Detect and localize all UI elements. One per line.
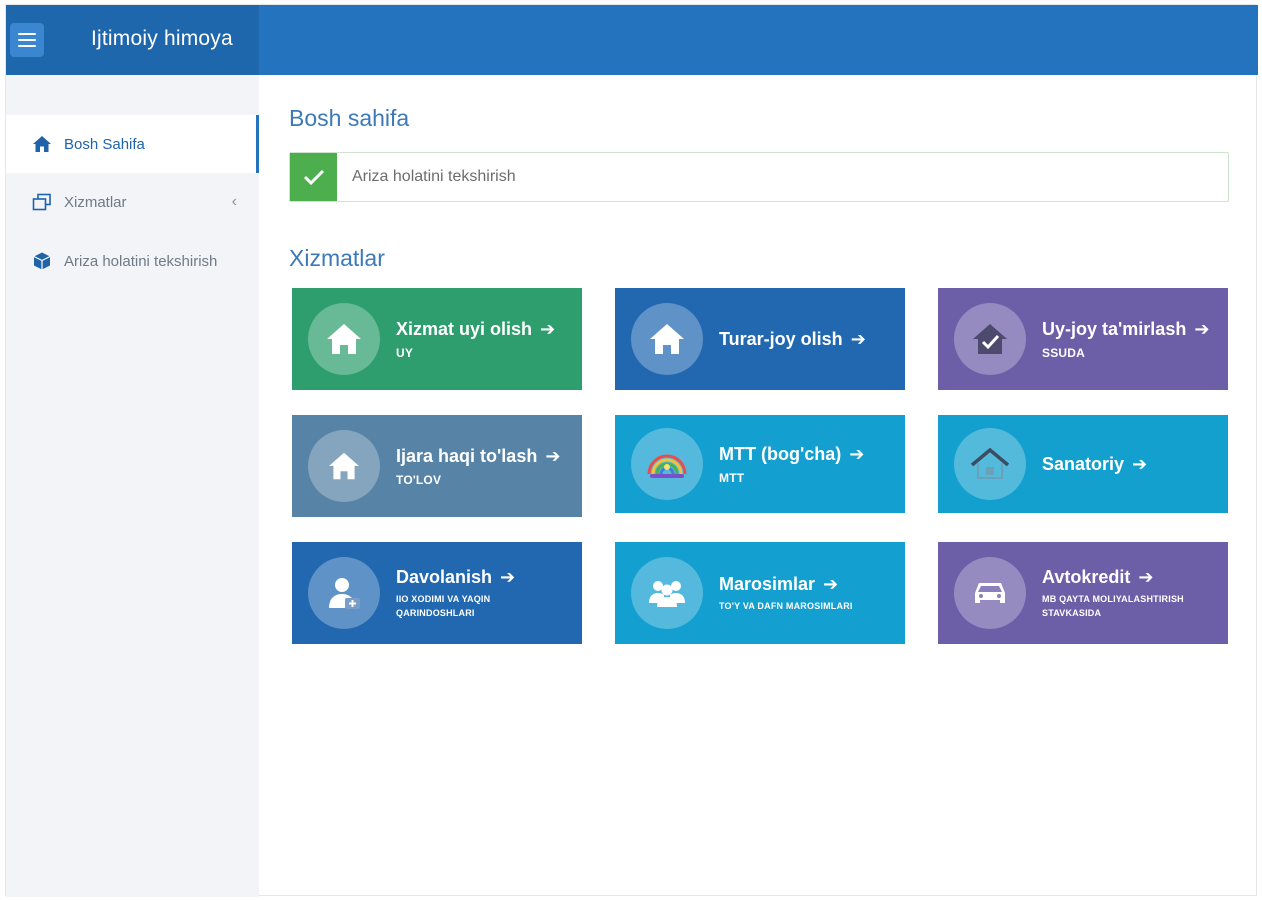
tile-subtitle: TO'Y VA DAFN MAROSIMLARI (719, 600, 853, 611)
tile-title: Turar-joy olish (719, 328, 843, 349)
home-icon (308, 430, 380, 502)
sidebar-item-label: Ariza holatini tekshirish (64, 252, 218, 270)
section-title: Xizmatlar (289, 245, 385, 271)
arrow-right-icon: ➔ (540, 318, 556, 339)
service-tile-sanatoriy[interactable]: Sanatoriy ➔ (938, 415, 1228, 513)
tile-subtitle: MB QAYTA MOLIYALASHTIRISH STAVKASIDA (1042, 593, 1184, 618)
service-tile-avtokredit[interactable]: Avtokredit ➔ MB QAYTA MOLIYALASHTIRISH ST… (938, 542, 1228, 644)
patient-icon (308, 557, 380, 629)
app-title[interactable]: Ijtimoiy himoya (91, 27, 233, 51)
sidebar-item-label: Bosh Sahifa (64, 135, 145, 153)
arrow-right-icon: ➔ (545, 445, 561, 466)
home-icon (631, 303, 703, 375)
arrow-right-icon: ➔ (1138, 566, 1154, 587)
tile-title: Avtokredit (1042, 566, 1131, 587)
sidebar-item-xizmatlar[interactable]: Xizmatlar ‹ (6, 173, 259, 231)
tile-title: Davolanish (396, 566, 493, 587)
service-tile-ijara-haqi[interactable]: Ijara haqi to'lash ➔ TO'LOV (292, 415, 582, 517)
cube-icon (32, 251, 52, 271)
service-tile-davolanish[interactable]: Davolanish ➔ IIO XODIMI VA YAQIN QARINDOS… (292, 542, 582, 644)
hamburger-icon[interactable] (10, 23, 44, 57)
service-tile-xizmat-uyi[interactable]: Xizmat uyi olish ➔ UY (292, 288, 582, 390)
sidebar-item-bosh-sahifa[interactable]: Bosh Sahifa (6, 115, 259, 173)
tile-title: Uy-joy ta'mirlash (1042, 318, 1187, 339)
tile-subtitle: UY (396, 345, 414, 360)
service-tile-turar-joy[interactable]: Turar-joy olish ➔ (615, 288, 905, 390)
tile-title: Sanatoriy (1042, 453, 1125, 474)
arrow-right-icon: ➔ (1132, 453, 1148, 474)
service-tile-marosimlar[interactable]: Marosimlar ➔ TO'Y VA DAFN MAROSIMLARI (615, 542, 905, 644)
house-repair-icon (954, 303, 1026, 375)
status-text: Ariza holatini tekshirish (352, 168, 516, 185)
tile-title: MTT (bog'cha) (719, 443, 842, 464)
home-icon (308, 303, 380, 375)
arrow-right-icon: ➔ (849, 443, 865, 464)
car-icon (954, 557, 1026, 629)
status-check-box[interactable]: Ariza holatini tekshirish (289, 152, 1229, 202)
rainbow-icon (631, 428, 703, 500)
page-title: Bosh sahifa (289, 105, 410, 131)
tile-title: Ijara haqi to'lash (396, 445, 538, 466)
main-content: Bosh sahifa Ariza holatini tekshirish Xi… (259, 75, 1258, 897)
sanatorium-icon (954, 428, 1026, 500)
tile-subtitle: SSUDA (1042, 345, 1086, 360)
windows-icon (32, 192, 52, 212)
sidebar-item-ariza-holati[interactable]: Ariza holatini tekshirish (6, 232, 259, 290)
chevron-left-icon[interactable]: ‹ (232, 193, 237, 211)
tile-title: Xizmat uyi olish (396, 318, 533, 339)
tile-subtitle: MTT (719, 470, 745, 485)
sidebar-item-label: Xizmatlar (64, 193, 127, 211)
brand-area: Ijtimoiy himoya (6, 5, 259, 75)
service-tile-uy-joy-tamirlash[interactable]: Uy-joy ta'mirlash ➔ SSUDA (938, 288, 1228, 390)
app-window: Ijtimoiy himoya Bosh Sahifa Xizmatlar ‹ … (5, 4, 1258, 897)
tile-title: Marosimlar (719, 573, 816, 594)
home-icon (32, 134, 52, 154)
tile-subtitle: IIO XODIMI VA YAQIN QARINDOSHLARI (396, 593, 491, 618)
people-icon (631, 557, 703, 629)
sidebar: Bosh Sahifa Xizmatlar ‹ Ariza holatini t… (6, 75, 259, 897)
arrow-right-icon: ➔ (500, 566, 516, 587)
check-icon (290, 153, 337, 201)
arrow-right-icon: ➔ (1194, 318, 1210, 339)
arrow-right-icon: ➔ (823, 573, 839, 594)
tile-subtitle: TO'LOV (396, 472, 442, 487)
top-bar: Ijtimoiy himoya (6, 5, 1258, 75)
arrow-right-icon: ➔ (850, 328, 866, 349)
service-tile-mtt[interactable]: MTT (bog'cha) ➔ MTT (615, 415, 905, 513)
